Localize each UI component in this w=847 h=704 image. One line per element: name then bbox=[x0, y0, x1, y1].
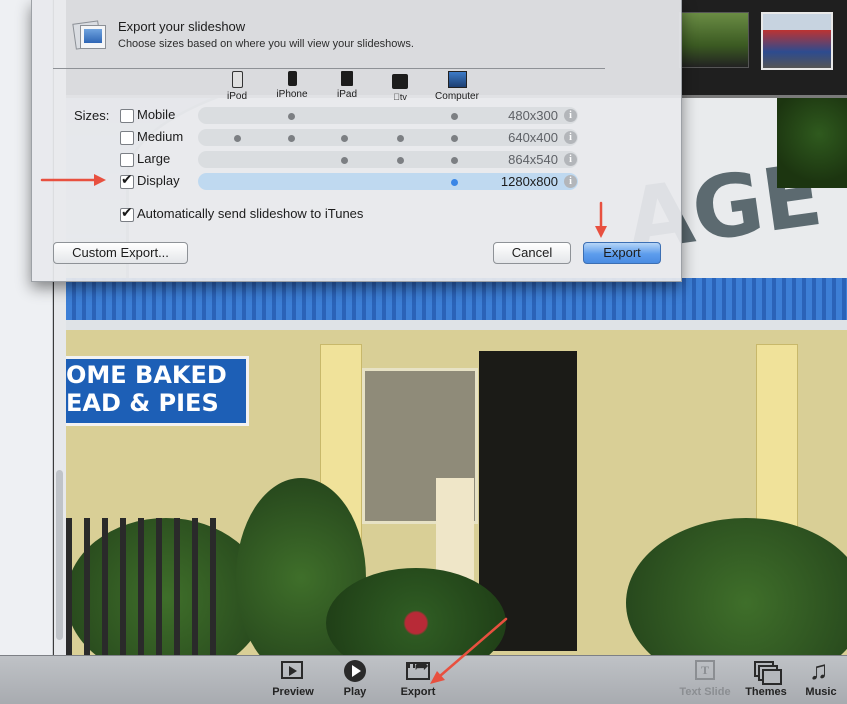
annotation-arrows bbox=[40, 174, 607, 684]
arrow-to-display bbox=[40, 174, 106, 186]
arrow-to-export-toolbar bbox=[430, 617, 508, 684]
arrow-to-export-button bbox=[595, 201, 607, 238]
